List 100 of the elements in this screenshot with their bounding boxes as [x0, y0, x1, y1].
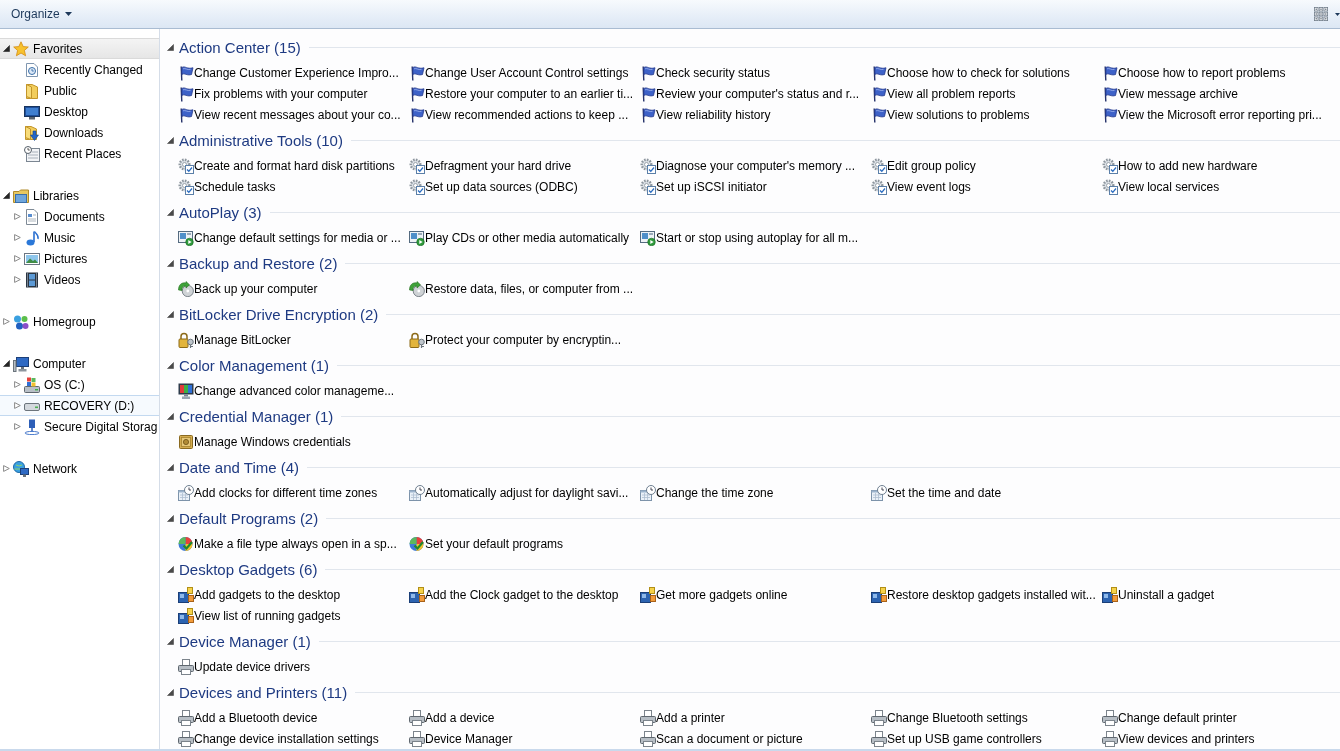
task-link[interactable]: Change default printer — [1102, 707, 1237, 728]
task-link[interactable]: Change device installation settings — [178, 728, 379, 749]
task-link[interactable]: Restore data, files, or computer from ... — [409, 278, 634, 299]
group-header[interactable]: Administrative Tools (10) — [167, 132, 343, 149]
windows-drive-icon — [24, 376, 40, 393]
network-icon — [13, 460, 29, 477]
task-link[interactable]: Back up your computer — [178, 278, 318, 299]
task-link[interactable]: Add a Bluetooth device — [178, 707, 318, 728]
group-header[interactable]: Devices and Printers (11) — [167, 684, 348, 701]
task-link[interactable]: Create and format hard disk partitions — [178, 155, 395, 176]
nav-item[interactable]: RECOVERY (D:) — [0, 395, 159, 416]
group-header[interactable]: Desktop Gadgets (6) — [167, 561, 318, 578]
task-link[interactable]: Add a printer — [640, 707, 725, 728]
task-link[interactable]: Change default settings for media or ... — [178, 227, 401, 248]
group-header[interactable]: AutoPlay (3) — [167, 204, 262, 221]
group-header[interactable]: BitLocker Drive Encryption (2) — [167, 306, 379, 323]
task-link[interactable]: Update device drivers — [178, 656, 311, 677]
star-icon — [13, 40, 29, 57]
task-link[interactable]: Check security status — [640, 62, 771, 83]
task-link[interactable]: Edit group policy — [871, 155, 976, 176]
task-link[interactable]: Automatically adjust for daylight savi... — [409, 482, 629, 503]
task-link[interactable]: View list of running gadgets — [178, 605, 341, 626]
task-link[interactable]: View recent messages about your co... — [178, 104, 401, 125]
task-link[interactable]: Manage Windows credentials — [178, 431, 351, 452]
group-header[interactable]: Action Center (15) — [167, 39, 301, 56]
task-link[interactable]: Change Bluetooth settings — [871, 707, 1028, 728]
task-link[interactable]: Choose how to check for solutions — [871, 62, 1070, 83]
task-link[interactable]: Diagnose your computer's memory ... — [640, 155, 856, 176]
task-link[interactable]: Manage BitLocker — [178, 329, 291, 350]
task-link[interactable]: Restore desktop gadgets installed wit... — [871, 584, 1096, 605]
task-link[interactable]: View solutions to problems — [871, 104, 1030, 125]
task-link[interactable]: Play CDs or other media automatically — [409, 227, 630, 248]
task-link[interactable]: Set your default programs — [409, 533, 564, 554]
group-header[interactable]: Color Management (1) — [167, 357, 330, 374]
task-link[interactable]: Start or stop using autoplay for all m... — [640, 227, 859, 248]
group-header[interactable]: Date and Time (4) — [167, 459, 300, 476]
nav-item[interactable]: Videos — [14, 269, 81, 290]
nav-item[interactable]: Recent Places — [24, 143, 122, 164]
flag-icon — [409, 64, 425, 81]
task-link[interactable]: Set the time and date — [871, 482, 1002, 503]
lock-key-icon — [409, 331, 425, 348]
task-link[interactable]: Schedule tasks — [178, 176, 276, 197]
task-link[interactable]: Change Customer Experience Impro... — [178, 62, 399, 83]
nav-item[interactable]: Homegroup — [3, 311, 96, 332]
task-link[interactable]: Change advanced color manageme... — [178, 380, 395, 401]
task-link[interactable]: Scan a document or picture — [640, 728, 803, 749]
task-link[interactable]: View all problem reports — [871, 83, 1016, 104]
nav-item[interactable]: Desktop — [24, 101, 89, 122]
task-link[interactable]: Set up iSCSI initiator — [640, 176, 767, 197]
task-link[interactable]: Device Manager — [409, 728, 513, 749]
organize-button[interactable]: Organize — [6, 3, 77, 25]
flag-icon — [409, 106, 425, 123]
group-header[interactable]: Credential Manager (1) — [167, 408, 334, 425]
nav-item[interactable]: Favorites — [0, 38, 159, 59]
flag-icon — [871, 85, 887, 102]
nav-item[interactable]: Downloads — [24, 122, 104, 143]
nav-item[interactable]: Recently Changed — [24, 59, 143, 80]
task-link[interactable]: Review your computer's status and r... — [640, 83, 860, 104]
task-link[interactable]: Uninstall a gadget — [1102, 584, 1215, 605]
printer-icon — [409, 709, 425, 726]
task-link[interactable]: Change User Account Control settings — [409, 62, 629, 83]
nav-item[interactable]: Secure Digital Storag — [14, 416, 158, 437]
task-link[interactable]: Make a file type always open in a sp... — [178, 533, 397, 554]
task-link[interactable]: Add a device — [409, 707, 495, 728]
expander-icon[interactable] — [3, 45, 10, 52]
expander-icon[interactable] — [3, 360, 10, 367]
task-link[interactable]: View the Microsoft error reporting pri... — [1102, 104, 1322, 125]
task-link[interactable]: Fix problems with your computer — [178, 83, 368, 104]
task-link[interactable]: Restore your computer to an earlier ti... — [409, 83, 634, 104]
task-link[interactable]: Set up USB game controllers — [871, 728, 1042, 749]
task-link[interactable]: View recommended actions to keep ... — [409, 104, 629, 125]
expander-icon[interactable] — [3, 192, 10, 199]
group-header[interactable]: Backup and Restore (2) — [167, 255, 338, 272]
task-link[interactable]: Change the time zone — [640, 482, 774, 503]
task-link[interactable]: Set up data sources (ODBC) — [409, 176, 578, 197]
task-link[interactable]: How to add new hardware — [1102, 155, 1258, 176]
task-link[interactable]: Add gadgets to the desktop — [178, 584, 341, 605]
nav-item[interactable]: Documents — [14, 206, 105, 227]
task-link[interactable]: View event logs — [871, 176, 971, 197]
monitor-icon — [24, 103, 40, 120]
group-header[interactable]: Default Programs (2) — [167, 510, 319, 527]
nav-item[interactable]: OS (C:) — [14, 374, 85, 395]
nav-item[interactable]: Computer — [3, 353, 86, 374]
task-link[interactable]: View reliability history — [640, 104, 771, 125]
flag-icon — [1102, 85, 1118, 102]
task-link[interactable]: Get more gadgets online — [640, 584, 788, 605]
task-link[interactable]: View message archive — [1102, 83, 1238, 104]
task-link[interactable]: Choose how to report problems — [1102, 62, 1286, 83]
nav-item[interactable]: Network — [3, 458, 77, 479]
nav-item[interactable]: Public — [24, 80, 77, 101]
task-link[interactable]: Defragment your hard drive — [409, 155, 572, 176]
group-header[interactable]: Device Manager (1) — [167, 633, 311, 650]
nav-item[interactable]: Pictures — [14, 248, 88, 269]
task-link[interactable]: Add clocks for different time zones — [178, 482, 378, 503]
nav-item[interactable]: Libraries — [3, 185, 80, 206]
task-link[interactable]: Add the Clock gadget to the desktop — [409, 584, 619, 605]
task-link[interactable]: View local services — [1102, 176, 1220, 197]
nav-item[interactable]: Music — [14, 227, 76, 248]
task-link[interactable]: View devices and printers — [1102, 728, 1255, 749]
task-link[interactable]: Protect your computer by encryptin... — [409, 329, 622, 350]
